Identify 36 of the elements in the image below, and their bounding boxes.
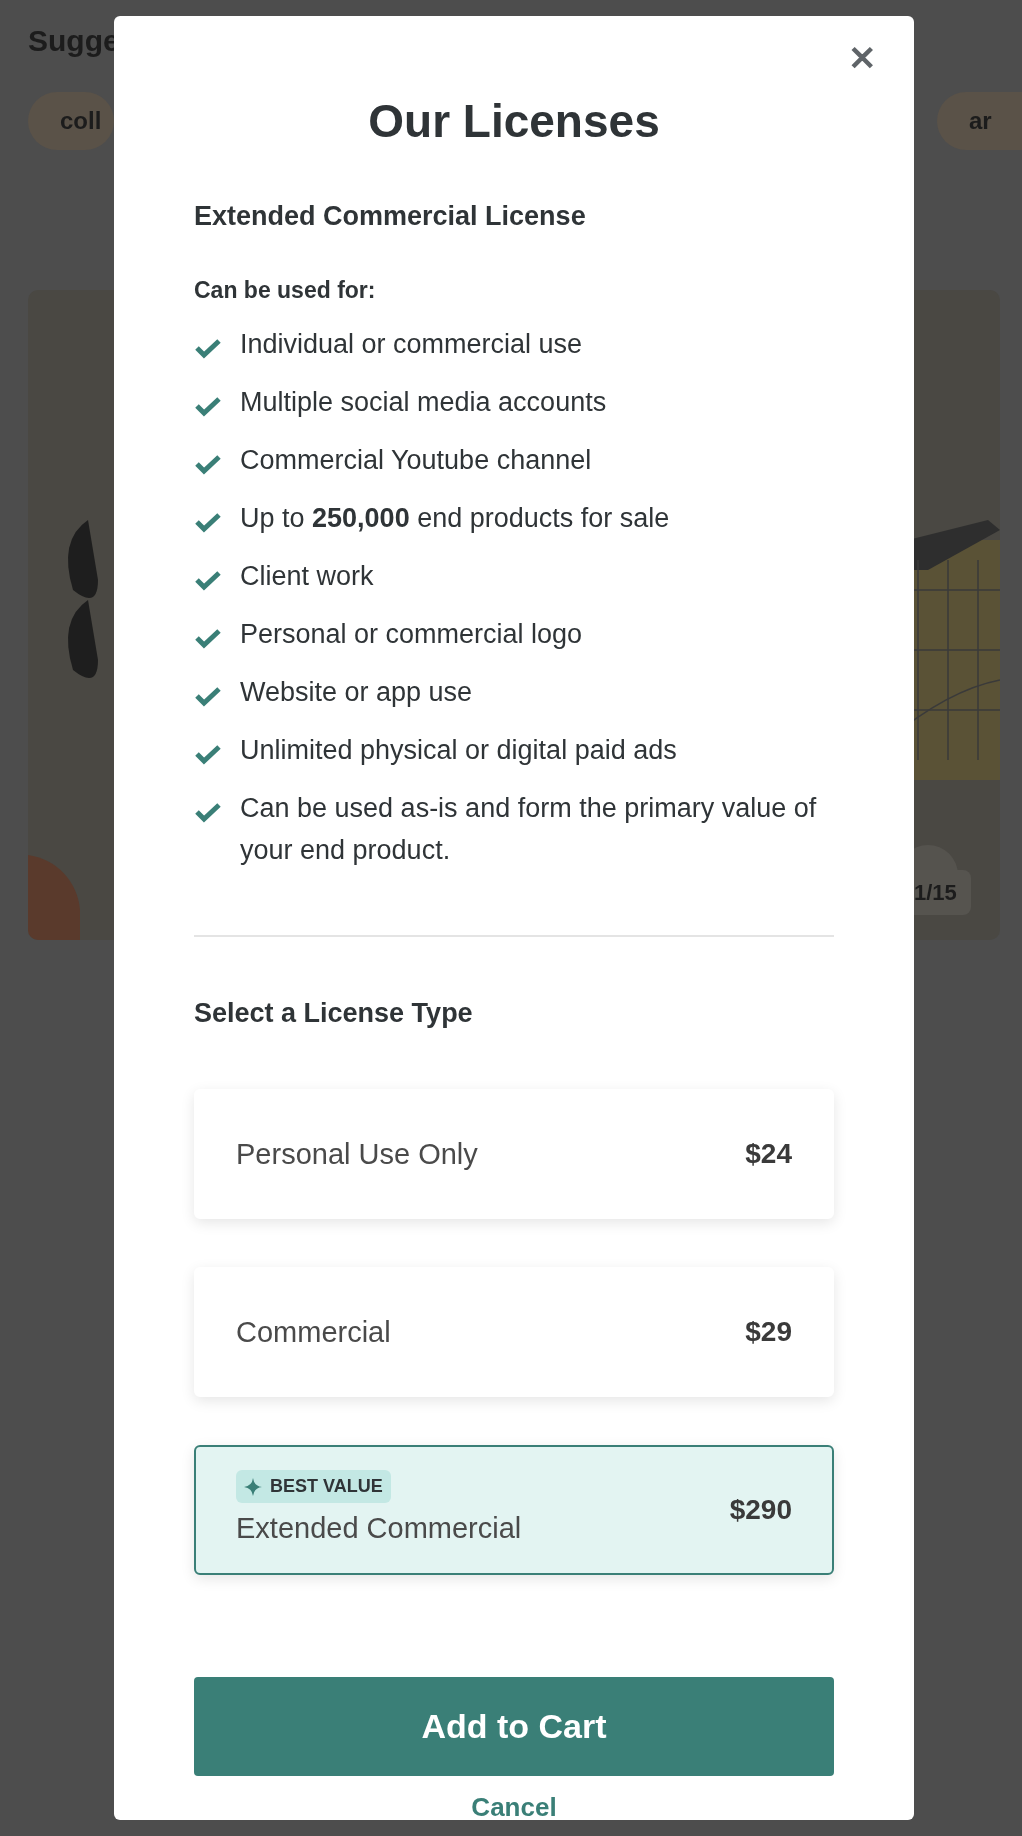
feature-text: Up to 250,000 end products for sale: [240, 502, 670, 535]
cancel-link[interactable]: Cancel: [471, 1794, 557, 1820]
check-icon: [194, 569, 222, 591]
check-icon: [194, 395, 222, 417]
feature-text: Multiple social media accounts: [240, 386, 607, 419]
check-icon: [194, 685, 222, 707]
check-icon: [194, 511, 222, 533]
license-option[interactable]: Commercial $29: [194, 1267, 834, 1398]
option-name: Commercial: [236, 1314, 391, 1350]
feature-text: Can be used as-is and form the primary value of your end product.: [240, 792, 818, 867]
check-icon: [194, 627, 222, 649]
feature-text: Website or app use: [240, 676, 473, 709]
list-heading: Can be used for:: [194, 275, 377, 305]
option-name: Extended Commercial: [236, 1511, 522, 1547]
option-name: Personal Use Only: [236, 1136, 478, 1172]
check-icon: [194, 743, 222, 765]
add-to-cart-button[interactable]: Add to Cart: [194, 1677, 834, 1776]
modal-title: Our Licenses: [367, 98, 661, 144]
option-price: $290: [729, 1493, 792, 1528]
close-button[interactable]: ✕: [842, 38, 882, 78]
sparkle-icon: [244, 1477, 262, 1496]
feature-text: Client work: [240, 560, 374, 593]
check-icon: [194, 453, 222, 475]
license-name: Extended Commercial License: [194, 200, 587, 233]
best-value-badge: BEST VALUE: [236, 1470, 391, 1504]
option-price: $24: [745, 1137, 792, 1172]
feature-text: Unlimited physical or digital paid ads: [240, 734, 677, 767]
check-icon: [194, 801, 222, 823]
license-option[interactable]: Personal Use Only $24: [194, 1089, 834, 1220]
feature-text: Personal or commercial logo: [240, 618, 583, 651]
license-option[interactable]: BEST VALUE Extended Commercial $290: [194, 1445, 834, 1576]
feature-text: Individual or commercial use: [240, 328, 583, 361]
option-price: $29: [745, 1315, 792, 1350]
section-heading: Select a License Type: [194, 996, 474, 1030]
feature-text: Commercial Youtube channel: [240, 444, 592, 477]
check-icon: [194, 337, 222, 359]
